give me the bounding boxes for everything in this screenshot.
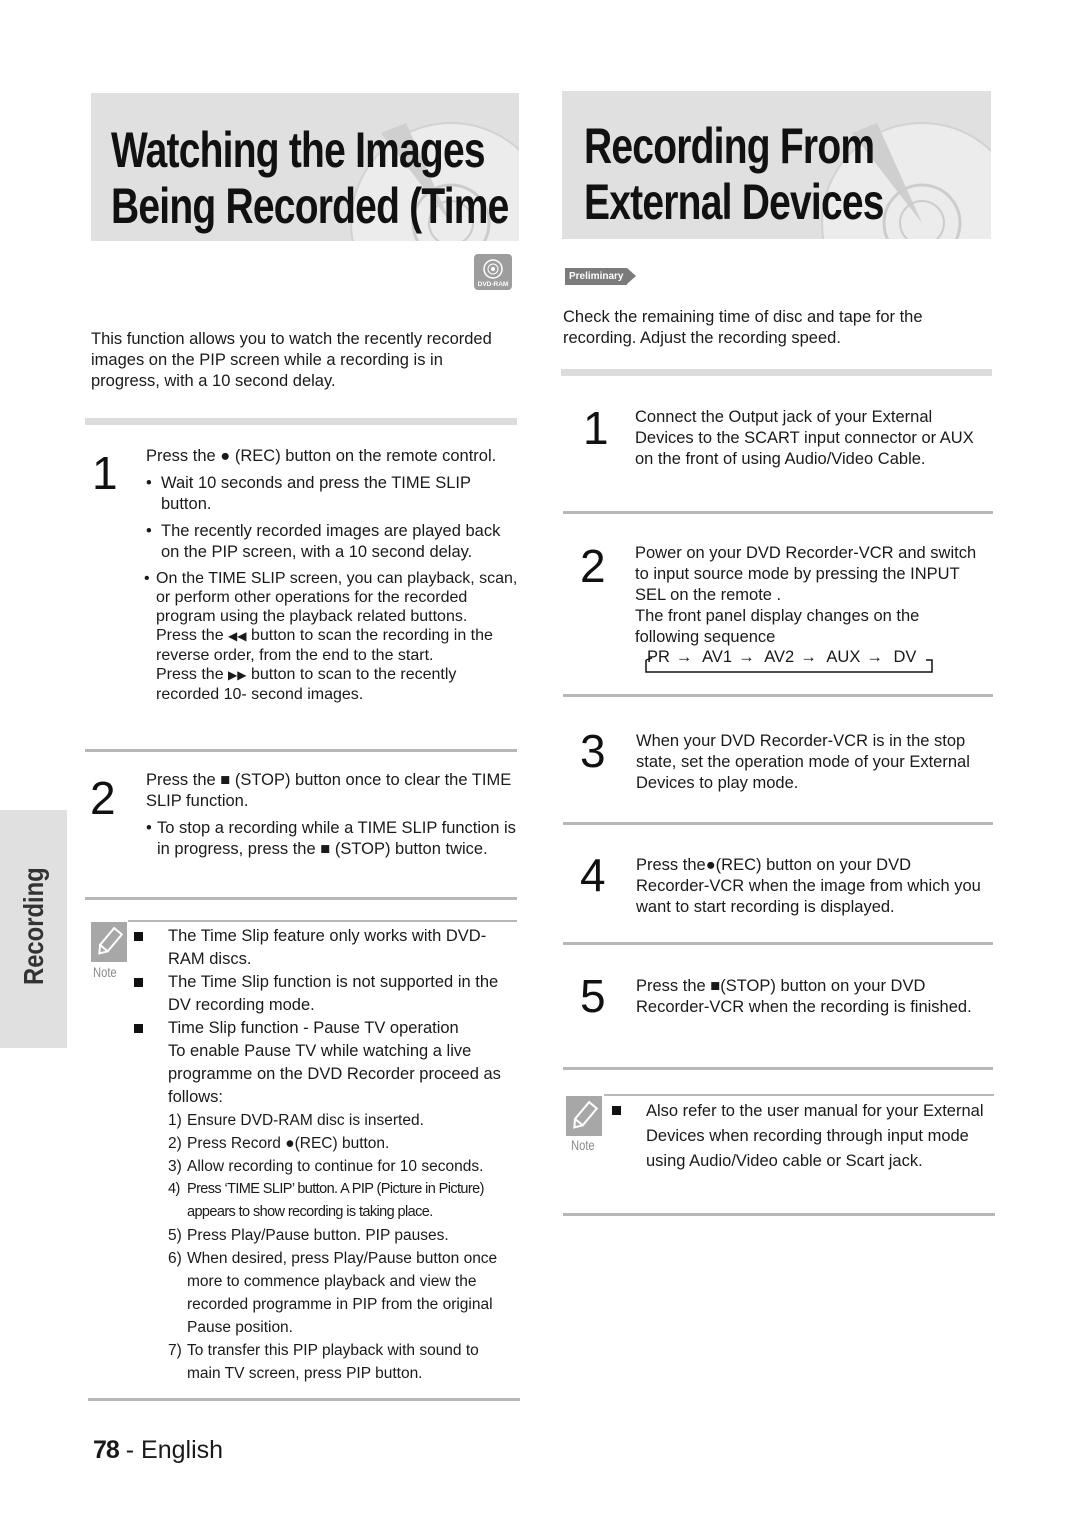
left-step2-bullet: To stop a recording while a TIME SLIP fu… bbox=[146, 818, 518, 860]
left-intro-divider bbox=[85, 418, 517, 425]
rec-icon: ● bbox=[285, 1135, 295, 1152]
right-step4-divider bbox=[563, 942, 993, 945]
left-title-banner: Watching the Images Being Recorded (Time… bbox=[91, 93, 519, 241]
page-footer: 78 - English bbox=[93, 1436, 223, 1465]
left-step2-divider bbox=[85, 897, 517, 900]
note-pencil-icon bbox=[566, 1096, 602, 1136]
pencil-icon bbox=[573, 1100, 599, 1129]
stop-icon: ■ bbox=[320, 840, 331, 858]
rec-icon: ● bbox=[705, 856, 716, 874]
right-step3-number: 3 bbox=[580, 725, 606, 777]
footer-separator: - bbox=[125, 1436, 135, 1464]
stop-icon: ■ bbox=[220, 771, 231, 789]
left-note-item: The Time Slip function is not supported … bbox=[130, 971, 515, 1017]
right-step1-text: Connect the Output jack of your External… bbox=[635, 408, 974, 468]
pause-tv-step: 1) Ensure DVD-RAM disc is inserted. bbox=[168, 1112, 424, 1129]
rec-icon: ● bbox=[220, 447, 231, 465]
left-step2-number: 2 bbox=[90, 772, 116, 824]
right-step5: Press the ■(STOP) button on your DVD Rec… bbox=[636, 977, 972, 1016]
fast-forward-icon: ▶▶ bbox=[228, 668, 247, 682]
left-note-list: The Time Slip feature only works with DV… bbox=[130, 925, 515, 1385]
left-title-line2: Being Recorded (Time Slip) bbox=[111, 178, 519, 234]
right-step4-number: 4 bbox=[580, 849, 606, 901]
right-step5-divider bbox=[563, 1067, 993, 1070]
left-note-item: Time Slip function - Pause TV operation … bbox=[130, 1017, 515, 1109]
right-step3-text: When your DVD Recorder-VCR is in the sto… bbox=[636, 732, 970, 792]
right-step2-number: 2 bbox=[580, 540, 606, 592]
left-step1-divider bbox=[85, 749, 517, 752]
right-note-top-rule bbox=[604, 1094, 994, 1096]
left-step1-number: 1 bbox=[92, 447, 118, 499]
right-note-label: Note bbox=[571, 1137, 595, 1153]
right-intro: Check the remaining time of disc and tap… bbox=[563, 308, 923, 347]
pause-tv-step: 7) To transfer this PIP playback with sou… bbox=[168, 1342, 479, 1382]
right-step3-divider bbox=[563, 822, 993, 825]
right-note-item: Also refer to the user manual for your E… bbox=[608, 1099, 988, 1174]
left-note-bottom-rule bbox=[88, 1398, 520, 1401]
dvd-ram-label: DVD-RAM bbox=[477, 281, 509, 288]
pause-tv-step: 4) Press ‘TIME SLIP’ button. A PIP (Pictu… bbox=[168, 1181, 484, 1220]
left-step1-bullet3: On the TIME SLIP screen, you can playbac… bbox=[144, 569, 518, 704]
right-step1-divider bbox=[563, 511, 993, 514]
right-step2: Power on your DVD Recorder-VCR and switc… bbox=[635, 544, 977, 646]
left-step1-main: Press the ● (REC) button on the remote c… bbox=[146, 447, 497, 465]
footer-language: English bbox=[141, 1436, 224, 1464]
preliminary-badge: Preliminary bbox=[565, 268, 638, 285]
pause-tv-step: 6) When desired, press Play/Pause button … bbox=[168, 1250, 498, 1336]
right-step2-divider bbox=[563, 694, 993, 697]
rewind-instruction: Press the ◀◀ button to scan the recordin… bbox=[156, 627, 493, 664]
left-step2: Press the ■ (STOP) button once to clear … bbox=[146, 770, 518, 860]
right-title-banner: Recording From External Devices bbox=[562, 91, 991, 239]
pause-tv-step: 2) Press Record ●(REC) button. bbox=[168, 1132, 515, 1155]
left-note-item: The Time Slip feature only works with DV… bbox=[130, 925, 515, 971]
sequence-loop-bracket bbox=[645, 657, 933, 673]
left-step1-bullet2: The recently recorded images are played … bbox=[146, 521, 518, 563]
left-title-line1: Watching the Images bbox=[111, 122, 486, 178]
right-step1-number: 1 bbox=[583, 402, 609, 454]
dvd-disc-icon bbox=[483, 259, 503, 279]
left-note-label: Note bbox=[93, 964, 117, 980]
pencil-icon bbox=[98, 926, 124, 955]
pause-tv-step: 3) Allow recording to continue for 10 sec… bbox=[168, 1158, 484, 1175]
left-intro: This function allows you to watch the re… bbox=[91, 330, 492, 390]
right-title-line2: External Devices bbox=[584, 174, 884, 230]
right-intro-divider bbox=[561, 369, 992, 376]
rewind-icon: ◀◀ bbox=[228, 629, 247, 643]
fast-forward-instruction: Press the ▶▶ button to scan to the recen… bbox=[156, 666, 457, 703]
left-step2-main: Press the ■ (STOP) button once to clear … bbox=[146, 771, 512, 810]
pause-tv-intro: To enable Pause TV while watching a live… bbox=[168, 1042, 501, 1106]
dvd-ram-badge: DVD-RAM bbox=[474, 254, 512, 290]
section-side-label: Recording bbox=[18, 867, 49, 985]
left-step1-bullet1: Wait 10 seconds and press the TIME SLIP … bbox=[146, 473, 518, 515]
right-note-bottom-rule bbox=[563, 1213, 995, 1216]
right-note-list: Also refer to the user manual for your E… bbox=[608, 1099, 988, 1174]
right-step5-number: 5 bbox=[580, 970, 606, 1022]
stop-icon: ■ bbox=[710, 977, 721, 995]
note-pencil-icon bbox=[91, 922, 127, 962]
right-step4: Press the●(REC) button on your DVD Recor… bbox=[636, 856, 981, 916]
right-title-line1: Recording From bbox=[584, 118, 875, 174]
pause-tv-step: 5) Press Play/Pause button. PIP pauses. bbox=[168, 1227, 449, 1244]
left-note-top-rule bbox=[128, 920, 517, 922]
pause-tv-steps: 1) Ensure DVD-RAM disc is inserted. 2) Pre… bbox=[130, 1109, 515, 1385]
page-number: 78 bbox=[93, 1436, 120, 1464]
left-step1: Press the ● (REC) button on the remote c… bbox=[144, 446, 518, 704]
